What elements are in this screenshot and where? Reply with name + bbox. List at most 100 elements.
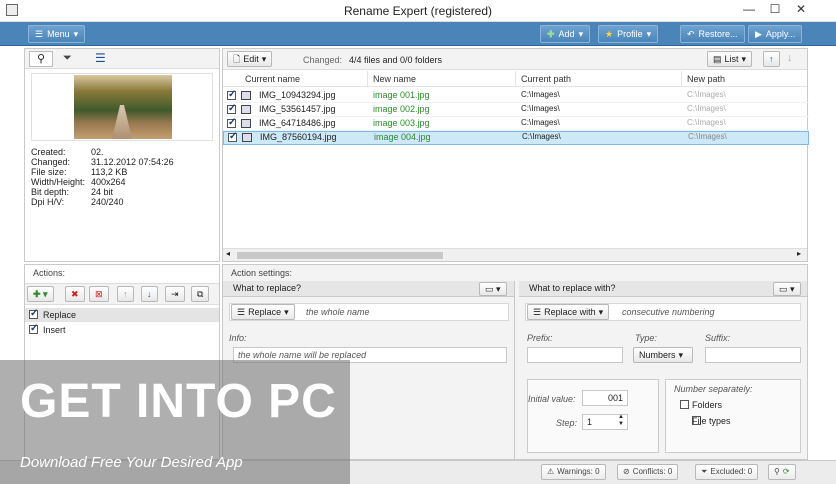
replace-with-description: consecutive numbering xyxy=(622,307,715,317)
replace-dropdown[interactable]: ☰ Replace ▾ xyxy=(231,304,295,320)
new-path: C:\Images\ xyxy=(687,104,726,113)
actions-title: Actions: xyxy=(33,268,66,278)
info-value: 24 bit xyxy=(91,187,114,197)
prefix-label: Prefix: xyxy=(527,333,553,343)
info-label: File size: xyxy=(31,167,67,177)
scroll-right-icon[interactable]: ▸ xyxy=(797,249,801,258)
type-value: Numbers xyxy=(639,350,676,360)
filter-icon[interactable]: ⏷ xyxy=(63,52,72,65)
preview-image xyxy=(74,75,172,139)
current-name: IMG_10943294.jpg xyxy=(259,90,336,100)
action-checkbox[interactable] xyxy=(29,308,38,319)
add-button[interactable]: ✚ Add ▾ xyxy=(540,25,591,43)
action-checkbox[interactable] xyxy=(29,323,38,334)
number-separately-label: Number separately: xyxy=(674,384,753,394)
image-file-icon xyxy=(242,133,252,142)
search-refresh-button[interactable]: ⚲ ⟳ xyxy=(768,464,796,480)
view-label: List xyxy=(724,54,739,64)
chevron-down-icon: ▾ xyxy=(261,54,267,64)
info-value: 02. xyxy=(91,147,104,157)
add-action-button[interactable]: ✚ ▾ xyxy=(27,286,54,302)
row-checkbox[interactable] xyxy=(227,89,236,100)
new-name: image 001.jpg xyxy=(373,90,430,100)
number-separately-box: Number separately: Folders File types xyxy=(665,379,801,453)
row-checkbox[interactable] xyxy=(227,117,236,128)
copy-action-button[interactable]: ⧉ xyxy=(191,286,210,302)
scrollbar-thumb[interactable] xyxy=(237,252,443,259)
star-icon: ★ xyxy=(605,29,614,39)
move-action-down-button[interactable]: ↓ xyxy=(141,286,158,302)
profile-button[interactable]: ★ Profile ▾ xyxy=(598,25,659,43)
replace-description: the whole name xyxy=(306,307,370,317)
info-label: Changed: xyxy=(31,157,71,167)
move-down-button[interactable]: ↓ xyxy=(787,52,793,64)
folders-label: Folders xyxy=(692,400,723,410)
replace-with-dropdown[interactable]: ☰ Replace with ▾ xyxy=(527,304,610,320)
conflicts-button[interactable]: ⊘ Conflicts: 0 xyxy=(617,464,679,480)
move-action-up-button[interactable]: ↑ xyxy=(117,286,134,302)
current-name: IMG_53561457.jpg xyxy=(259,104,336,114)
apply-button[interactable]: ▶ Apply... xyxy=(748,25,803,43)
title-bar: Rename Expert (registered) — ☐ ✕ xyxy=(0,0,836,22)
info-value: 113,2 KB xyxy=(91,167,128,177)
move-up-button[interactable]: ↑ xyxy=(763,51,780,67)
warnings-button[interactable]: ⚠ Warnings: 0 xyxy=(541,464,606,480)
changed-label: Changed: xyxy=(303,55,343,65)
action-label: Insert xyxy=(43,325,66,335)
prefix-input[interactable] xyxy=(527,347,623,363)
minimize-button[interactable]: — xyxy=(736,0,762,20)
preview-panel: ⚲ ⏷ ☰ Created: 02. Changed: 31.12.2012 07:… xyxy=(24,48,220,262)
row-checkbox[interactable] xyxy=(228,131,237,142)
current-path: C:\Images\ xyxy=(522,132,561,141)
table-row-selected[interactable]: IMG_87560194.jpg image 004.jpg C:\Images… xyxy=(223,131,809,145)
row-checkbox[interactable] xyxy=(227,103,236,114)
new-name: image 004.jpg xyxy=(374,132,431,142)
add-label: Add xyxy=(558,29,575,39)
action-item[interactable]: Replace xyxy=(25,308,219,322)
column-header[interactable]: New path xyxy=(687,74,725,84)
chevron-down-icon: ▾ xyxy=(284,307,289,317)
table-row[interactable]: IMG_53561457.jpg image 002.jpg C:\Images… xyxy=(223,103,809,117)
edit-button[interactable]: 🗋 Edit ▾ xyxy=(227,51,273,67)
restore-label: Restore... xyxy=(698,29,738,39)
folders-checkbox[interactable] xyxy=(680,400,689,409)
suffix-input[interactable] xyxy=(705,347,801,363)
info-label: Dpi H/V: xyxy=(31,197,65,207)
table-row[interactable]: IMG_10943294.jpg image 001.jpg C:\Images… xyxy=(223,89,809,103)
new-path: C:\Images\ xyxy=(687,90,726,99)
action-item[interactable]: Insert xyxy=(25,323,219,337)
window-layout-button[interactable]: ▭ ▾ xyxy=(479,282,507,296)
menu-button[interactable]: ☰ Menu ▾ xyxy=(28,25,86,43)
delete-action-button[interactable]: ✖ xyxy=(65,286,85,302)
restore-button[interactable]: ↶ Restore... xyxy=(680,25,745,43)
new-name: image 002.jpg xyxy=(373,104,430,114)
rename-action-button[interactable]: ⇥ xyxy=(165,286,185,302)
search-icon[interactable]: ⚲ xyxy=(29,51,53,67)
column-header[interactable]: Current name xyxy=(245,74,300,84)
initial-value-input[interactable]: 001 xyxy=(582,390,628,406)
close-button[interactable]: ✕ xyxy=(788,0,814,20)
warnings-label: Warnings: 0 xyxy=(557,467,600,476)
view-list-button[interactable]: ▤ List ▾ xyxy=(707,51,753,67)
window-layout-button[interactable]: ▭ ▾ xyxy=(773,282,801,296)
maximize-button[interactable]: ☐ xyxy=(762,0,788,20)
plus-icon: ✚ xyxy=(547,29,555,39)
file-list-toolbar: 🗋 Edit ▾ Changed: 4/4 files and 0/0 fold… xyxy=(223,49,807,70)
column-header[interactable]: Current path xyxy=(521,74,571,84)
replace-with-label: Replace with xyxy=(544,307,596,317)
image-preview-box xyxy=(31,73,213,141)
main-toolbar: ☰ Menu ▾ ✚ Add ▾ ★ Profile ▾ ↶ Restore..… xyxy=(0,22,836,46)
clear-actions-button[interactable]: ⊠ xyxy=(89,286,109,302)
current-path: C:\Images\ xyxy=(521,104,560,113)
list-icon[interactable]: ☰ xyxy=(95,51,106,65)
type-dropdown[interactable]: Numbers ▾ xyxy=(633,347,693,363)
watermark-subtitle: Download Free Your Desired App xyxy=(20,454,243,471)
horizontal-scrollbar[interactable]: ◂ ▸ xyxy=(223,248,807,261)
excluded-button[interactable]: ⏷ Excluded: 0 xyxy=(695,464,759,480)
initial-value-label: Initial value: xyxy=(528,394,576,404)
scroll-left-icon[interactable]: ◂ xyxy=(226,249,230,258)
column-header[interactable]: New name xyxy=(373,74,416,84)
replace-with-row: ☰ Replace with ▾ consecutive numbering xyxy=(525,303,801,321)
spinner-icon[interactable]: ▲ ▼ xyxy=(618,414,624,428)
table-row[interactable]: IMG_64718486.jpg image 003.jpg C:\Images… xyxy=(223,117,809,131)
